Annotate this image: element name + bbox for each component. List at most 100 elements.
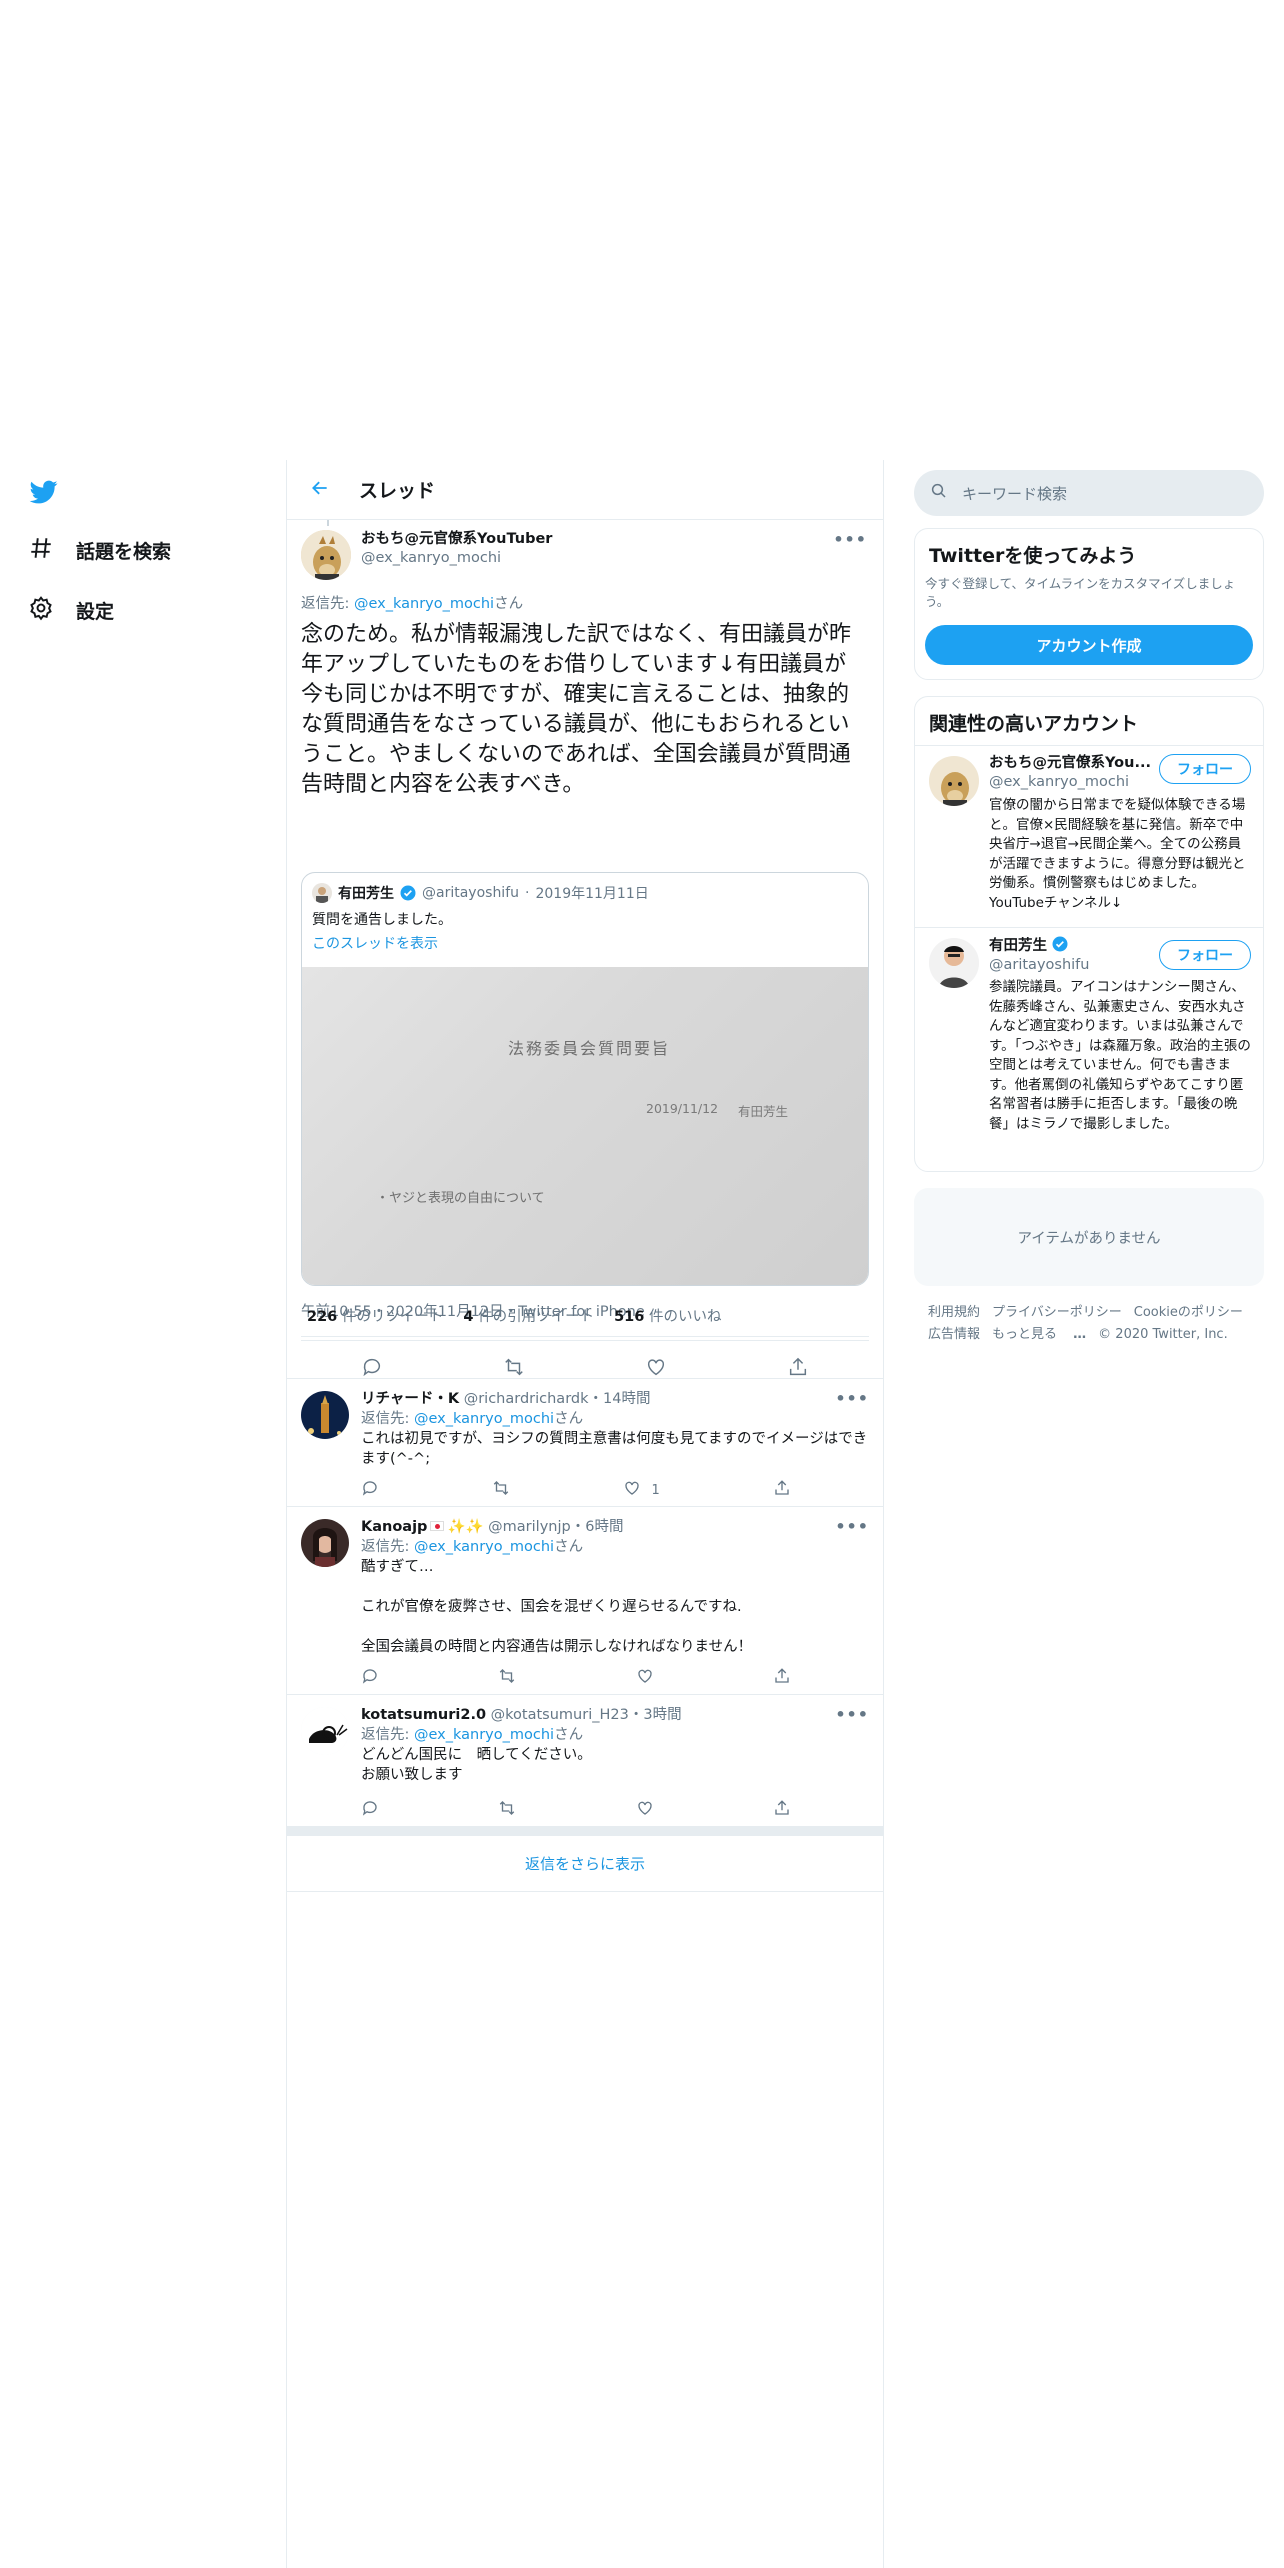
related-bio: 官僚の闇から日常までを疑似体験できる場と。官僚×民間経験を基に発信。新卒で中央省… [989, 797, 1246, 911]
signup-subtitle: 今すぐ登録して、タイムラインをカスタマイズしましょう。 [925, 576, 1236, 609]
reply-text-line: 全国会議員の時間と内容通告は開示しなければなりません！ [361, 1639, 753, 1655]
avatar[interactable] [301, 530, 351, 580]
reply-icon[interactable] [361, 1479, 379, 1501]
quote-author-handle: @aritayoshifu [422, 885, 520, 901]
reply-tweet[interactable]: ••• kotatsumuri2.0 @kotatsumuri_H23・3時間 … [287, 1694, 883, 1826]
reply-text-line: お願い致します [361, 1767, 463, 1783]
retweets-stat[interactable]: 226 件のリツイート [307, 1305, 443, 1326]
create-account-button[interactable]: アカウント作成 [925, 625, 1253, 665]
reply-tweet[interactable]: ••• リチャード・K @richardrichardk・14時間 返信先: @… [287, 1378, 883, 1506]
avatar[interactable] [929, 756, 979, 806]
avatar[interactable] [301, 1707, 349, 1755]
verified-badge-icon [400, 885, 416, 901]
twitter-logo-icon[interactable] [28, 478, 62, 508]
image-author-text: 有田芳生 [738, 1104, 789, 1119]
reply-author-name[interactable]: Kanoajp [361, 1519, 427, 1535]
reply-author-handle[interactable]: @marilynjp [488, 1519, 571, 1535]
follow-button[interactable]: フォロー [1159, 940, 1251, 970]
japan-flag-icon [430, 1521, 445, 1531]
like-count: 1 [651, 1482, 660, 1498]
footer-cookie-link[interactable]: Cookieのポリシー [1134, 1305, 1243, 1320]
hashtag-icon [28, 535, 54, 566]
related-name[interactable]: おもち@元官僚系You... [989, 754, 1151, 773]
footer-terms-link[interactable]: 利用規約 [928, 1305, 980, 1320]
share-icon[interactable] [773, 1799, 791, 1821]
like-icon[interactable] [636, 1667, 654, 1689]
nav-settings[interactable]: 設定 [28, 590, 114, 630]
right-sidebar: キーワード検索 Twitterを使ってみよう 今すぐ登録して、タイムラインをカス… [914, 460, 1264, 1342]
reply-to-link[interactable]: @ex_kanryo_mochi [414, 1727, 554, 1743]
retweet-icon[interactable] [498, 1799, 516, 1821]
like-button[interactable]: 1 [623, 1479, 660, 1501]
footer-more-link[interactable]: もっと見る … [992, 1327, 1086, 1342]
avatar[interactable] [929, 938, 979, 988]
footer-privacy-link[interactable]: プライバシーポリシー [992, 1305, 1122, 1320]
image-date-text: 2019/11/12 [646, 1101, 719, 1116]
avatar[interactable] [301, 1519, 349, 1567]
reply-tweet[interactable]: ••• Kanoajp ✨✨ @marilynjp・6時間 返信先: @ex_ka… [287, 1506, 883, 1694]
show-thread-link[interactable]: このスレッドを表示 [312, 933, 438, 953]
related-account[interactable]: 有田芳生 @aritayoshifu フォロー 参議院議員。アイコンはナンシー関… [915, 928, 1263, 1168]
image-title-text: 法務委員会質問要旨 [508, 1039, 671, 1058]
share-icon[interactable] [773, 1479, 791, 1501]
reply-icon[interactable] [361, 1799, 379, 1821]
show-more-replies-button[interactable]: 返信をさらに表示 [287, 1836, 883, 1892]
section-divider [287, 1826, 883, 1836]
reply-time[interactable]: ・6時間 [571, 1519, 624, 1535]
nav-explore[interactable]: 話題を検索 [28, 530, 171, 570]
search-placeholder: キーワード検索 [962, 484, 1068, 503]
quote-avatar [312, 883, 332, 903]
stats-row: 226 件のリツイート 4 件の引用ツイート 516 件のいいね [301, 1290, 869, 1340]
like-icon[interactable] [636, 1799, 654, 1821]
quote-image[interactable]: 法務委員会質問要旨 2019/11/12 有田芳生 ・ヤジと表現の自由について [302, 967, 868, 1285]
quotes-stat[interactable]: 4 件の引用ツイート [463, 1305, 594, 1326]
like-icon [623, 1479, 641, 1501]
reply-to-link[interactable]: @ex_kanryo_mochi [414, 1411, 554, 1427]
reply-icon[interactable] [361, 1667, 379, 1689]
related-handle[interactable]: @ex_kanryo_mochi [989, 773, 1151, 792]
reply-text-line: どんどん国民に 晒してください。 [361, 1747, 592, 1763]
reply-text: これは初見ですが、ヨシフの質問主意書は何度も見てますのでイメージはできます(^-… [361, 1431, 868, 1467]
related-accounts-panel: 関連性の高いアカウント おもち@元官僚系You... @ex_kanryo_mo… [914, 696, 1264, 1172]
related-name[interactable]: 有田芳生 [989, 938, 1047, 954]
trends-empty-panel: アイテムがありません [914, 1188, 1264, 1286]
related-handle[interactable]: @aritayoshifu [989, 956, 1089, 975]
likes-stat[interactable]: 516 件のいいね [614, 1305, 721, 1326]
search-input[interactable]: キーワード検索 [914, 470, 1264, 516]
reply-to-link[interactable]: @ex_kanryo_mochi [414, 1539, 554, 1555]
follow-button[interactable]: フォロー [1159, 754, 1251, 784]
reply-author-handle[interactable]: @kotatsumuri_H23 [491, 1707, 629, 1723]
author-handle[interactable]: @ex_kanryo_mochi [361, 549, 552, 568]
author-name[interactable]: おもち@元官僚系YouTuber [361, 530, 552, 549]
thread-connector [327, 520, 329, 526]
reply-time[interactable]: ・14時間 [589, 1391, 651, 1407]
reply-author-name[interactable]: kotatsumuri2.0 [361, 1707, 486, 1723]
reply-time[interactable]: ・3時間 [629, 1707, 682, 1723]
page-title: スレッド [359, 480, 436, 502]
reply-author-handle[interactable]: @richardrichardk [464, 1391, 589, 1407]
quoted-tweet[interactable]: 有田芳生 @aritayoshifu · 2019年11月11日 質問を通告しま… [301, 872, 869, 1286]
quote-author-name: 有田芳生 [338, 886, 394, 902]
back-button[interactable] [303, 473, 337, 507]
retweet-icon[interactable] [492, 1479, 510, 1501]
quote-date: 2019年11月11日 [535, 886, 649, 902]
related-title: 関連性の高いアカウント [929, 713, 1139, 735]
retweet-icon[interactable] [498, 1667, 516, 1689]
search-icon [930, 482, 948, 504]
signup-title: Twitterを使ってみよう [929, 545, 1137, 567]
related-account[interactable]: おもち@元官僚系You... @ex_kanryo_mochi フォロー 官僚の… [915, 746, 1263, 926]
avatar[interactable] [301, 1391, 349, 1439]
thread-header: スレッド [287, 460, 883, 520]
footer-ads-link[interactable]: 広告情報 [928, 1327, 980, 1342]
nav-explore-label: 話題を検索 [76, 540, 172, 563]
related-bio: 参議院議員。アイコンはナンシー関さん、佐藤秀峰さん、弘兼憲史さん、安西水丸さんな… [989, 979, 1251, 1132]
share-icon[interactable] [773, 1667, 791, 1689]
more-options-icon[interactable]: ••• [833, 530, 867, 549]
tweet-text: 念のため。私が情報漏洩した訳ではなく、有田議員が昨年アップしていたものをお借りし… [301, 622, 852, 797]
reply-author-name[interactable]: リチャード・K [361, 1391, 459, 1407]
sparkles-icon: ✨✨ [447, 1519, 484, 1535]
back-arrow-icon [310, 478, 330, 502]
quote-text: 質問を通告しました。 [312, 912, 452, 928]
verified-badge-icon [1052, 936, 1068, 952]
reply-to-link[interactable]: @ex_kanryo_mochi [354, 596, 494, 612]
